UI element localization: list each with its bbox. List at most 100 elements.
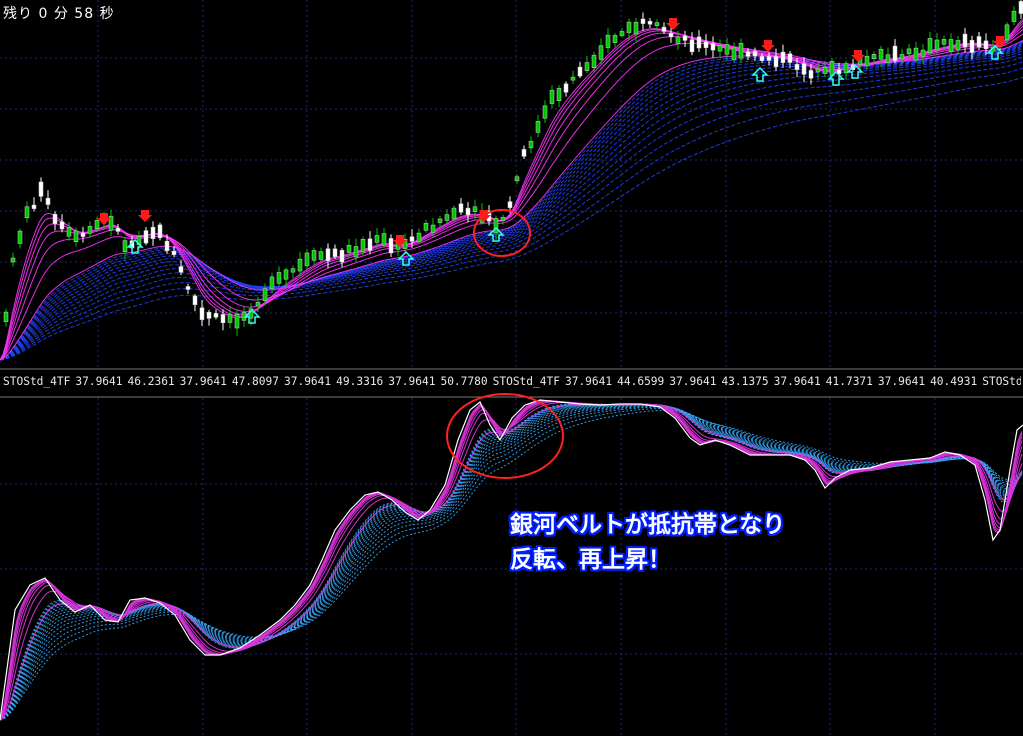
bull-candle bbox=[843, 63, 849, 74]
bear-candle bbox=[220, 314, 226, 324]
ribbon-fast-line bbox=[0, 20, 1023, 361]
bear-candle bbox=[773, 56, 779, 67]
indicator-value: 46.2361 bbox=[127, 375, 175, 388]
bear-candle bbox=[689, 39, 695, 53]
bear-candle bbox=[458, 203, 464, 213]
timer-minutes-unit: 分 bbox=[53, 6, 69, 22]
indicator-value: 44.6599 bbox=[617, 375, 665, 388]
bull-candle bbox=[675, 36, 681, 44]
bull-candle bbox=[864, 56, 870, 67]
indicator-value: 37.9641 bbox=[564, 375, 613, 388]
countdown-timer: 残り 0 分 58 秒 bbox=[3, 3, 115, 23]
arrow-down-icon bbox=[138, 210, 152, 222]
bear-candle bbox=[164, 241, 170, 251]
bull-candle bbox=[353, 246, 359, 258]
indicator-value: 40.4931 bbox=[930, 375, 978, 388]
indicator-value: 49.3316 bbox=[336, 375, 384, 388]
bull-candle bbox=[94, 220, 100, 229]
bull-candle bbox=[451, 207, 457, 220]
bear-candle bbox=[577, 66, 583, 77]
bear-candle bbox=[507, 201, 513, 208]
bear-candle bbox=[325, 248, 331, 261]
bull-candle bbox=[381, 233, 387, 246]
bull-candle bbox=[444, 214, 450, 221]
bull-candle bbox=[584, 62, 590, 71]
bull-candle bbox=[633, 21, 639, 35]
bull-candle bbox=[815, 68, 821, 73]
bull-candle bbox=[500, 217, 506, 221]
annotation-line-2: 反転、再上昇！ bbox=[510, 547, 671, 573]
bear-candle bbox=[409, 236, 415, 242]
indicator-value: 50.7780 bbox=[440, 375, 488, 388]
bear-candle bbox=[892, 45, 898, 61]
bull-candle bbox=[1011, 10, 1017, 22]
bull-candle bbox=[514, 176, 520, 182]
bull-candle bbox=[654, 22, 660, 27]
bull-candle bbox=[885, 54, 891, 63]
indicator-value: STOStd_4TF bbox=[492, 375, 560, 388]
indicator-value: 47.8097 bbox=[231, 375, 279, 388]
timer-seconds: 58 bbox=[74, 6, 95, 22]
bull-candle bbox=[430, 224, 436, 233]
bear-candle bbox=[752, 50, 758, 57]
bear-candle bbox=[171, 250, 177, 255]
indicator-value: 41.7371 bbox=[825, 375, 873, 388]
ribbon-slow-line bbox=[0, 40, 1023, 361]
bear-candle bbox=[710, 43, 716, 51]
timer-minutes: 0 bbox=[38, 6, 49, 22]
indicator-value: 37.9641 bbox=[283, 375, 332, 388]
bear-candle bbox=[45, 197, 51, 205]
bear-candle bbox=[696, 36, 702, 49]
bear-candle bbox=[367, 238, 373, 251]
bear-candle bbox=[521, 149, 527, 157]
bear-candle bbox=[332, 248, 338, 257]
bull-candle bbox=[17, 230, 23, 244]
bull-candle bbox=[276, 272, 282, 284]
bull-candle bbox=[346, 245, 352, 253]
chart-canvas bbox=[0, 0, 1023, 736]
bull-candle bbox=[66, 227, 72, 237]
bull-candle bbox=[24, 206, 30, 219]
bull-candle bbox=[871, 54, 877, 60]
bull-candle bbox=[542, 105, 548, 119]
timer-seconds-unit: 秒 bbox=[99, 6, 115, 22]
bull-candle bbox=[878, 48, 884, 60]
bear-candle bbox=[1018, 1, 1023, 14]
bear-candle bbox=[759, 56, 765, 61]
bear-candle bbox=[115, 227, 121, 232]
bull-candle bbox=[591, 54, 597, 68]
bull-candle bbox=[318, 251, 324, 260]
ribbon-slow-line bbox=[0, 42, 1023, 361]
bear-candle bbox=[38, 181, 44, 197]
bull-candle bbox=[822, 67, 828, 74]
bear-candle bbox=[563, 83, 569, 93]
indicator-value: 37.9641 bbox=[75, 375, 123, 388]
bull-candle bbox=[262, 288, 268, 301]
bear-candle bbox=[143, 230, 149, 244]
bear-candle bbox=[185, 286, 191, 290]
bear-candle bbox=[976, 36, 982, 48]
bull-candle bbox=[290, 268, 296, 273]
indicator-value: 37.9641 bbox=[669, 375, 717, 388]
bull-candle bbox=[913, 47, 919, 61]
bull-candle bbox=[304, 252, 310, 267]
bear-candle bbox=[213, 313, 219, 318]
indicator-value: 37.9641 bbox=[773, 375, 821, 388]
bear-candle bbox=[962, 33, 968, 48]
bull-candle bbox=[549, 89, 555, 104]
bull-candle bbox=[10, 257, 16, 263]
bull-candle bbox=[269, 276, 275, 289]
chart-window: 残り 0 分 58 秒 STOStd_4TF 37.9641 46.2361 37.9… bbox=[0, 0, 1023, 736]
bear-candle bbox=[339, 250, 345, 263]
timer-label: 残り bbox=[3, 6, 33, 22]
bull-candle bbox=[619, 31, 625, 36]
bull-candle bbox=[374, 235, 380, 243]
bear-candle bbox=[52, 213, 58, 225]
bull-candle bbox=[1004, 24, 1010, 40]
bear-candle bbox=[745, 51, 751, 57]
bull-candle bbox=[437, 218, 443, 223]
bull-candle bbox=[598, 45, 604, 60]
annotation-line-1: 銀河ベルトが抵抗帯となり bbox=[510, 512, 786, 538]
ribbon-fast-line bbox=[0, 39, 1023, 361]
bull-candle bbox=[122, 240, 128, 253]
